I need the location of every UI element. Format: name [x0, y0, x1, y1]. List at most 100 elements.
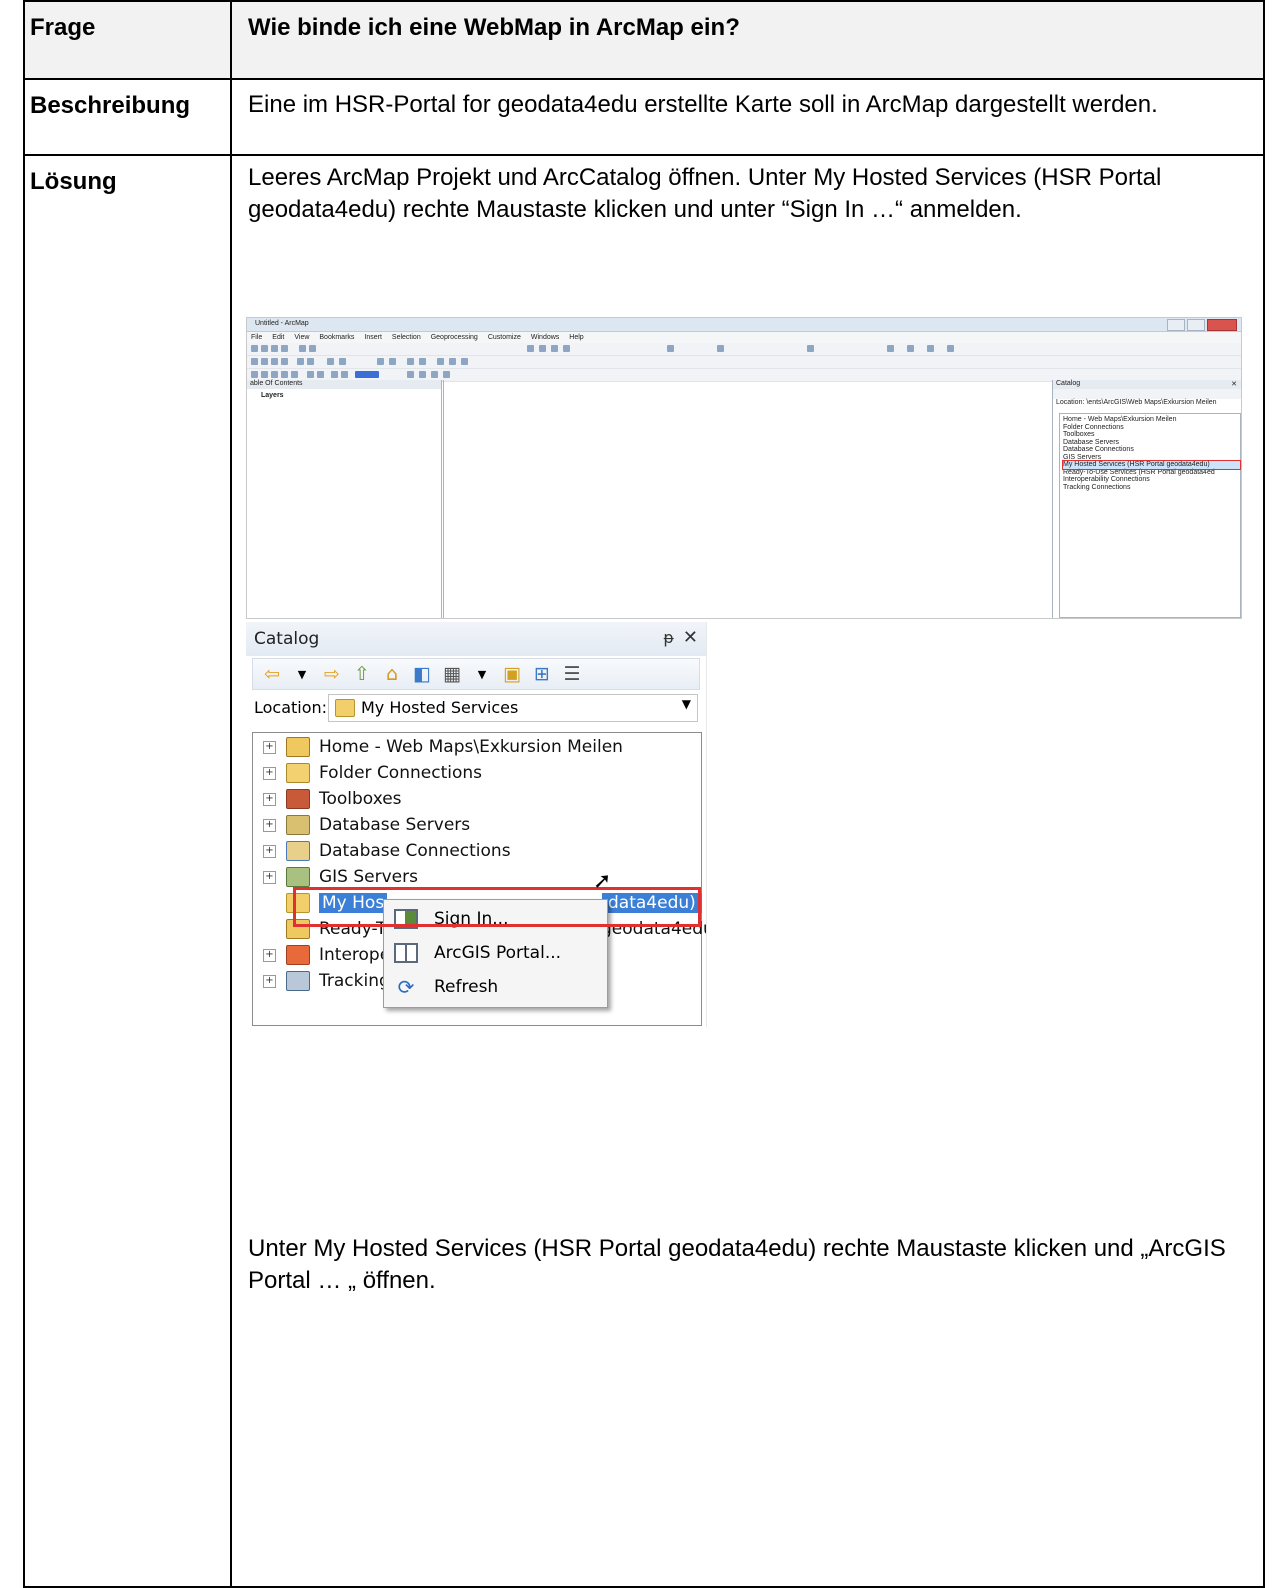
interoperability-icon [286, 945, 310, 965]
menu-view[interactable]: View [294, 334, 309, 341]
tree-node-label: Toolboxes [319, 789, 402, 809]
menu-insert[interactable]: Insert [364, 334, 382, 341]
gis-server-icon [286, 867, 310, 887]
close-icon[interactable]: ✕ [683, 627, 698, 648]
arcmap-titlebar: Untitled - ArcMap [247, 318, 1241, 332]
location-label: Location: [254, 697, 328, 717]
tree-item[interactable]: Tracking Connections [1063, 484, 1240, 492]
catalog-toolbar: ⇦ ▼ ⇨ ⇧ ⌂ ◧ ▦ ▼ ▣ ⊞ ☰ [252, 658, 700, 690]
folder-icon [335, 699, 355, 717]
minimize-icon[interactable] [1167, 319, 1185, 331]
tree-node-tracking[interactable]: + Tracking [253, 968, 390, 994]
menu-windows[interactable]: Windows [531, 334, 559, 341]
tree-item[interactable]: GIS Servers [1063, 454, 1240, 462]
tree-node-label: Folder Connections [319, 763, 482, 783]
arcmap-menubar: File Edit View Bookmarks Insert Selectio… [247, 332, 1241, 343]
pin-icon[interactable]: ᵽ [663, 628, 674, 647]
up-folder-icon[interactable]: ⇧ [349, 663, 375, 685]
database-connection-icon [286, 841, 310, 861]
menu-customize[interactable]: Customize [488, 334, 521, 341]
tree-item[interactable]: Interoperability Connections [1063, 476, 1240, 484]
tree-item-my-hosted-services[interactable]: My Hosted Services (HSR Portal geodata4e… [1062, 460, 1241, 470]
question-text: Wie binde ich eine WebMap in ArcMap ein? [248, 14, 740, 41]
tree-node-label: Home - Web Maps\Exkursion Meilen [319, 737, 623, 757]
home-icon[interactable]: ⌂ [379, 663, 405, 685]
tree-item[interactable]: Toolboxes [1063, 431, 1240, 439]
expand-icon[interactable]: + [263, 844, 276, 858]
chevron-down-icon[interactable]: ▼ [289, 668, 315, 681]
highlight-box [293, 887, 701, 927]
catalog-small-title: Catalog [1056, 380, 1081, 387]
forward-icon[interactable]: ⇨ [319, 663, 345, 685]
arcmap-screenshot: Untitled - ArcMap File Edit View Bookmar… [246, 317, 1242, 619]
tree-node-toolboxes[interactable]: + Toolboxes [253, 786, 402, 812]
menu-geoprocessing[interactable]: Geoprocessing [431, 334, 478, 341]
tree-item[interactable]: Folder Connections [1063, 424, 1240, 432]
tracking-icon [286, 971, 310, 991]
tree-item[interactable]: Home - Web Maps\Exkursion Meilen [1063, 416, 1240, 424]
menu-selection[interactable]: Selection [392, 334, 421, 341]
close-icon[interactable]: ✕ [1231, 380, 1237, 388]
location-value: My Hosted Services [361, 698, 519, 717]
tree-item[interactable]: Ready-To-Use Services (HSR Portal geodat… [1063, 469, 1240, 477]
tree-node-interoperability[interactable]: + Interope [253, 942, 390, 968]
tree-node-label: Database Connections [319, 841, 511, 861]
chevron-down-icon[interactable]: ▼ [682, 697, 691, 711]
catalog-small-location[interactable]: Location: \ents\ArcGIS\Web Maps\Exkursio… [1053, 399, 1241, 409]
expand-icon[interactable]: + [263, 974, 276, 988]
menu-item-arcgis-portal[interactable]: ArcGIS Portal... [384, 937, 607, 969]
catalog-small-toolbar [1053, 389, 1241, 399]
tree-item[interactable]: Database Servers [1063, 439, 1240, 447]
arcmap-title: Untitled - ArcMap [255, 320, 309, 327]
expand-icon[interactable]: + [263, 766, 276, 780]
tree-node-database-servers[interactable]: + Database Servers [253, 812, 470, 838]
tree-node-label: Database Servers [319, 815, 471, 835]
solution-label: Lösung [30, 168, 117, 195]
question-label: Frage [30, 14, 96, 41]
menu-edit[interactable]: Edit [272, 334, 284, 341]
expand-icon[interactable]: + [263, 818, 276, 832]
catalog-small-tree: Home - Web Maps\Exkursion Meilen Folder … [1059, 413, 1241, 618]
options-icon[interactable]: ☰ [559, 663, 585, 685]
location-row: Location: My Hosted Services ▼ [246, 690, 706, 724]
home-folder-icon [286, 737, 310, 757]
layers-node[interactable]: Layers [247, 389, 441, 399]
menu-file[interactable]: File [251, 334, 262, 341]
menu-item-refresh[interactable]: ⟳ Refresh [384, 971, 607, 1003]
menu-item-label: Refresh [434, 977, 499, 997]
close-icon[interactable] [1207, 319, 1237, 331]
toc-title: able Of Contents [247, 380, 441, 389]
catalog-header: Catalog ᵽ ✕ [246, 622, 706, 656]
menu-bookmarks[interactable]: Bookmarks [319, 334, 354, 341]
menu-item-label: ArcGIS Portal... [434, 943, 562, 963]
expand-icon[interactable]: + [263, 870, 276, 884]
location-combobox[interactable]: My Hosted Services ▼ [328, 694, 698, 722]
solution-row: Lösung Leeres ArcMap Projekt und ArcCata… [23, 154, 1265, 1588]
toolbox-icon [286, 789, 310, 809]
description-text: Eine im HSR-Portal for geodata4edu erste… [248, 91, 1158, 118]
tree-node-home[interactable]: + Home - Web Maps\Exkursion Meilen [253, 734, 623, 760]
tree-node-label: GIS Servers [319, 867, 418, 887]
description-row: Beschreibung Eine im HSR-Portal for geod… [23, 78, 1265, 156]
expand-icon[interactable]: + [263, 792, 276, 806]
menu-help[interactable]: Help [569, 334, 583, 341]
connect-icon[interactable]: ◧ [409, 663, 435, 685]
view-icon[interactable]: ▦ [439, 663, 465, 685]
new-folder-icon[interactable]: ▣ [499, 663, 525, 685]
map-view[interactable] [443, 380, 1053, 618]
chevron-down-icon[interactable]: ▼ [469, 668, 495, 681]
tree-toggle-icon[interactable]: ⊞ [529, 663, 555, 685]
refresh-icon: ⟳ [397, 975, 415, 999]
tree-node-folder-connections[interactable]: + Folder Connections [253, 760, 482, 786]
arcmap-toolbar-2 [247, 356, 1241, 369]
tree-node-database-connections[interactable]: + Database Connections [253, 838, 511, 864]
folder-icon [286, 763, 310, 783]
tree-node-label: Tracking [319, 971, 390, 991]
back-icon[interactable]: ⇦ [259, 663, 285, 685]
tree-item[interactable]: Database Connections [1063, 446, 1240, 454]
tree-node-label: Interope [319, 945, 391, 965]
expand-icon[interactable]: + [263, 740, 276, 754]
expand-icon[interactable]: + [263, 948, 276, 962]
catalog-tree: + Home - Web Maps\Exkursion Meilen + Folde… [252, 732, 706, 1026]
maximize-icon[interactable] [1187, 319, 1205, 331]
